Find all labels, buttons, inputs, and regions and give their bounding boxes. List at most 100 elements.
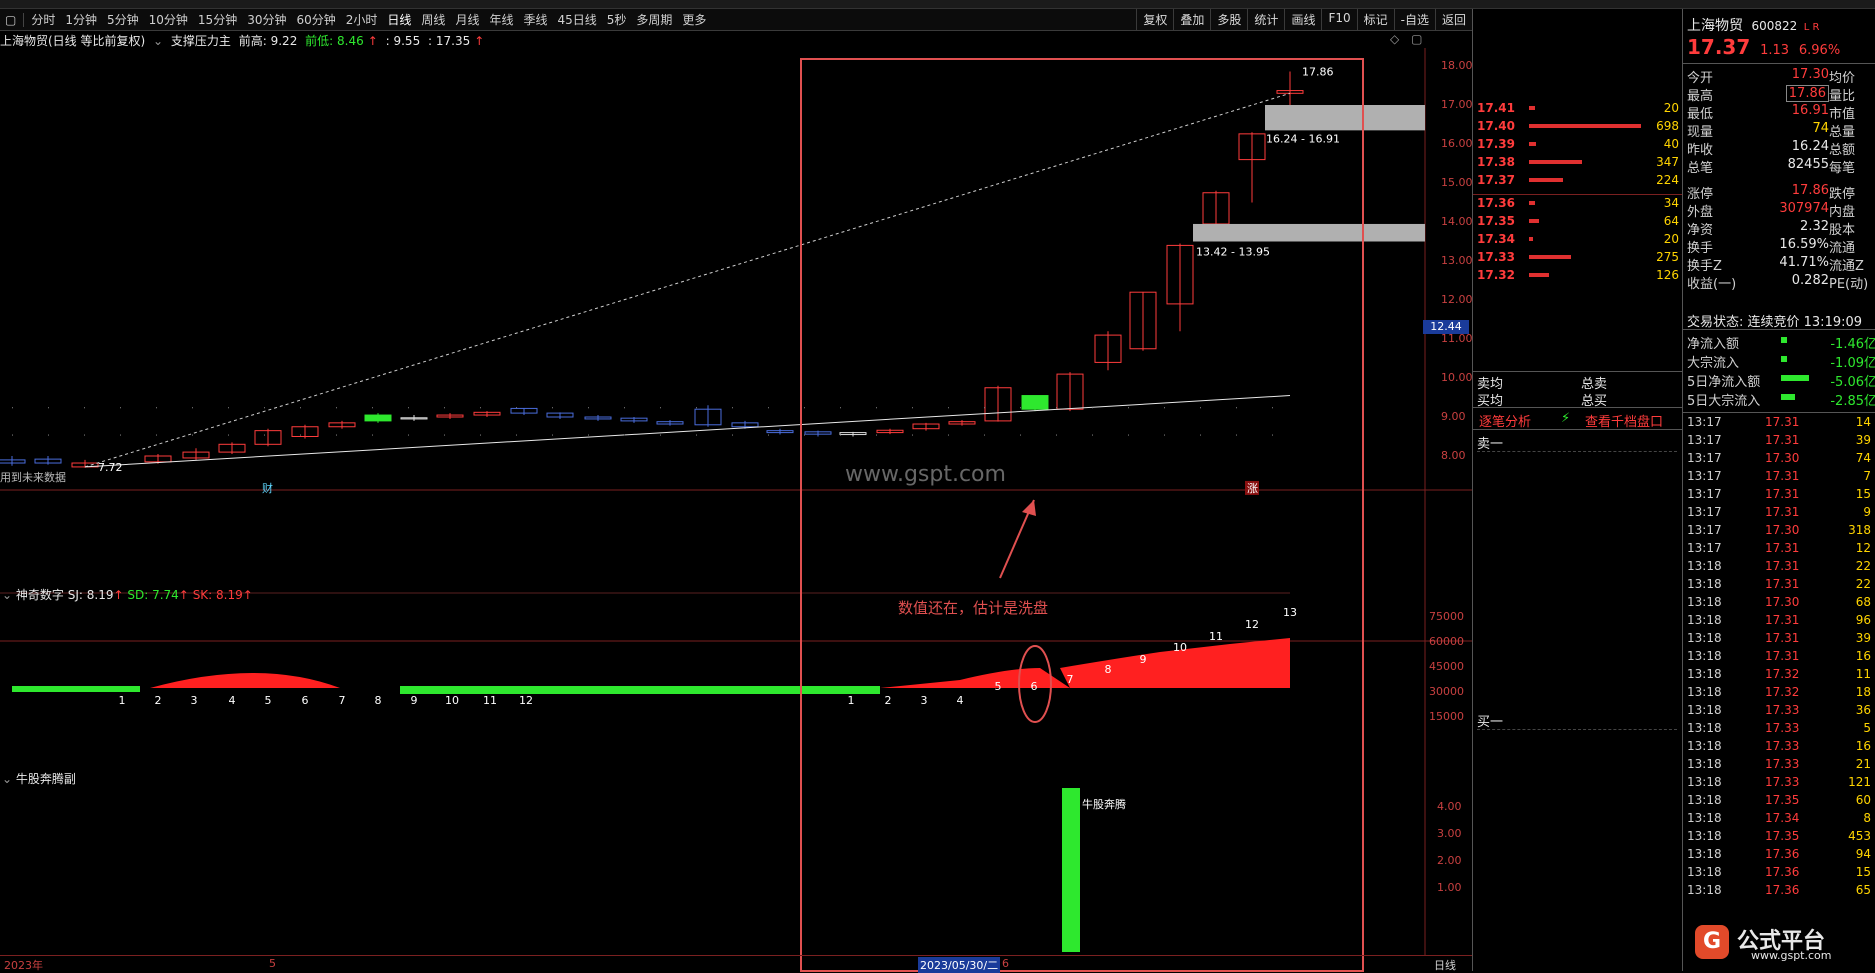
prev-low-value: 前低: 8.46 [305, 34, 364, 48]
period-tab[interactable]: 日线 [382, 11, 416, 28]
tick-price: 17.31 [1765, 415, 1800, 429]
flow-value: -1.46亿 [1830, 337, 1875, 352]
indicator1-title[interactable]: 神奇数字 [16, 588, 64, 602]
toolbar-button[interactable]: -自选 [1393, 9, 1435, 30]
divider [23, 12, 25, 27]
order-volume: 40 [1663, 137, 1679, 151]
period-tab[interactable]: 1分钟 [60, 11, 102, 28]
logo-mark: G [1695, 925, 1729, 959]
period-tab[interactable]: 5分钟 [102, 11, 144, 28]
toolbar-button[interactable]: 返回 [1434, 9, 1472, 30]
toolbar-button[interactable]: 统计 [1247, 9, 1284, 30]
order-volume: 34 [1663, 196, 1679, 210]
tick-volume: 39 [1855, 433, 1871, 447]
tick-price: 17.31 [1765, 613, 1800, 627]
toolbar-button[interactable]: 画线 [1284, 9, 1321, 30]
divider [1683, 63, 1875, 64]
quote-field: 今开 17.30 均价 [1687, 67, 1875, 86]
indicator2-title[interactable]: 牛股奔腾副 [16, 772, 76, 786]
grid-dot [552, 434, 553, 436]
period-tab[interactable]: 周线 [416, 11, 450, 28]
period-tab[interactable]: 年线 [484, 11, 518, 28]
quote-label-2: 内盘 [1829, 205, 1856, 220]
order-level[interactable]: 17.33 275 [1477, 250, 1679, 265]
quote-value: 17.86 [1791, 183, 1829, 198]
order-price: 17.38 [1477, 155, 1515, 169]
price-axis-label: 17.00 [1441, 98, 1473, 111]
tick-price: 17.33 [1765, 775, 1800, 789]
grid-dot [480, 407, 481, 409]
tick-row: 13:18 17.33 121 [1687, 775, 1871, 790]
period-tab[interactable]: 季线 [518, 11, 552, 28]
flow-label: 大宗流入 [1687, 356, 1740, 371]
toolbar-button[interactable]: 标记 [1356, 9, 1394, 30]
grid-dot [624, 407, 625, 409]
restore-icon[interactable]: ▢ [1411, 32, 1422, 46]
period-tab[interactable]: 10分钟 [144, 11, 193, 28]
quote-label: 收益(一) [1687, 277, 1737, 292]
tick-time: 13:18 [1687, 703, 1722, 717]
period-tab[interactable]: 更多 [677, 11, 711, 28]
tick-price: 17.31 [1765, 631, 1800, 645]
sell-one-label: 卖一 [1477, 437, 1504, 452]
flow-bar [1781, 356, 1787, 362]
tick-time: 13:18 [1687, 631, 1722, 645]
tick-analysis-link[interactable]: 逐笔分析 [1479, 411, 1531, 430]
order-level[interactable]: 17.40 698 [1477, 119, 1679, 134]
period-tab[interactable]: 分时 [26, 11, 60, 28]
tick-time: 13:18 [1687, 775, 1722, 789]
level-depth-link[interactable]: 查看千档盘口 [1585, 411, 1663, 430]
indicator-settings-icon[interactable]: ⌄ [2, 772, 12, 786]
toolbar-button[interactable]: 复权 [1136, 9, 1173, 30]
grid-dot [12, 434, 13, 436]
order-volume: 64 [1663, 214, 1679, 228]
flow-row: 大宗流入 -1.09亿 [1687, 352, 1875, 371]
tick-row: 13:17 17.31 15 [1687, 487, 1871, 502]
order-level[interactable]: 17.38 347 [1477, 155, 1679, 170]
period-tab[interactable]: 45日线 [552, 11, 601, 28]
order-level[interactable]: 17.37 224 [1477, 173, 1679, 188]
toolbar-toggle-icon[interactable]: ▢ [0, 13, 21, 27]
time-axis: 2023年 5 2023/05/30/二 6 日线 [0, 955, 1472, 973]
order-level[interactable]: 17.39 40 [1477, 137, 1679, 152]
divider [1473, 407, 1683, 408]
indicator2-header: ⌄ 牛股奔腾副 [2, 770, 76, 787]
grid-dot [84, 434, 85, 436]
order-level[interactable]: 17.35 64 [1477, 214, 1679, 229]
grid-dot [660, 434, 661, 436]
toolbar-button[interactable]: F10 [1321, 9, 1356, 30]
diamond-icon[interactable]: ◇ [1390, 32, 1399, 46]
tick-price: 17.33 [1765, 739, 1800, 753]
tick-row: 13:18 17.33 21 [1687, 757, 1871, 772]
period-tab[interactable]: 30分钟 [242, 11, 291, 28]
grid-dot [552, 407, 553, 409]
period-tab[interactable]: 60分钟 [291, 11, 340, 28]
order-level[interactable]: 17.41 20 [1477, 101, 1679, 116]
period-tab[interactable]: 15分钟 [193, 11, 242, 28]
indicator-settings-icon[interactable]: ⌄ [153, 34, 163, 48]
order-level[interactable]: 17.34 20 [1477, 232, 1679, 247]
price-axis-label: 8.00 [1441, 449, 1466, 462]
period-tab[interactable]: 5秒 [602, 11, 632, 28]
period-tab[interactable]: 2小时 [341, 11, 383, 28]
tick-time: 13:17 [1687, 433, 1722, 447]
toolbar-button[interactable]: 多股 [1210, 9, 1247, 30]
order-level[interactable]: 17.36 34 [1477, 196, 1679, 211]
toolbar-button[interactable]: 叠加 [1173, 9, 1210, 30]
quote-header: 上海物贸 600822 L R [1687, 15, 1819, 35]
grid-dot [516, 434, 517, 436]
quote-field: 涨停 17.86 跌停 [1687, 183, 1875, 202]
stock-title: 上海物贸(日线 等比前复权) [0, 34, 146, 48]
period-tab[interactable]: 多周期 [631, 11, 677, 28]
indicator2-axis-label: 4.00 [1437, 800, 1462, 813]
period-tab[interactable]: 月线 [450, 11, 484, 28]
period-toolbar: ▢ 分时 1分钟 5分钟 10分钟 15分钟 30分钟 60分钟 2小时 日线 周线 月线 年线 季线 4… [0, 9, 1472, 31]
indicator-name[interactable]: 支撑压力主 [171, 34, 231, 48]
quote-label-2: 总额 [1829, 143, 1856, 158]
order-level[interactable]: 17.32 126 [1477, 268, 1679, 283]
indicator-settings-icon[interactable]: ⌄ [2, 588, 12, 602]
tick-volume: 11 [1855, 667, 1871, 681]
tick-row: 13:18 17.35 60 [1687, 793, 1871, 808]
divider [1683, 412, 1875, 413]
up-arrow-icon: ↑ [367, 34, 378, 48]
